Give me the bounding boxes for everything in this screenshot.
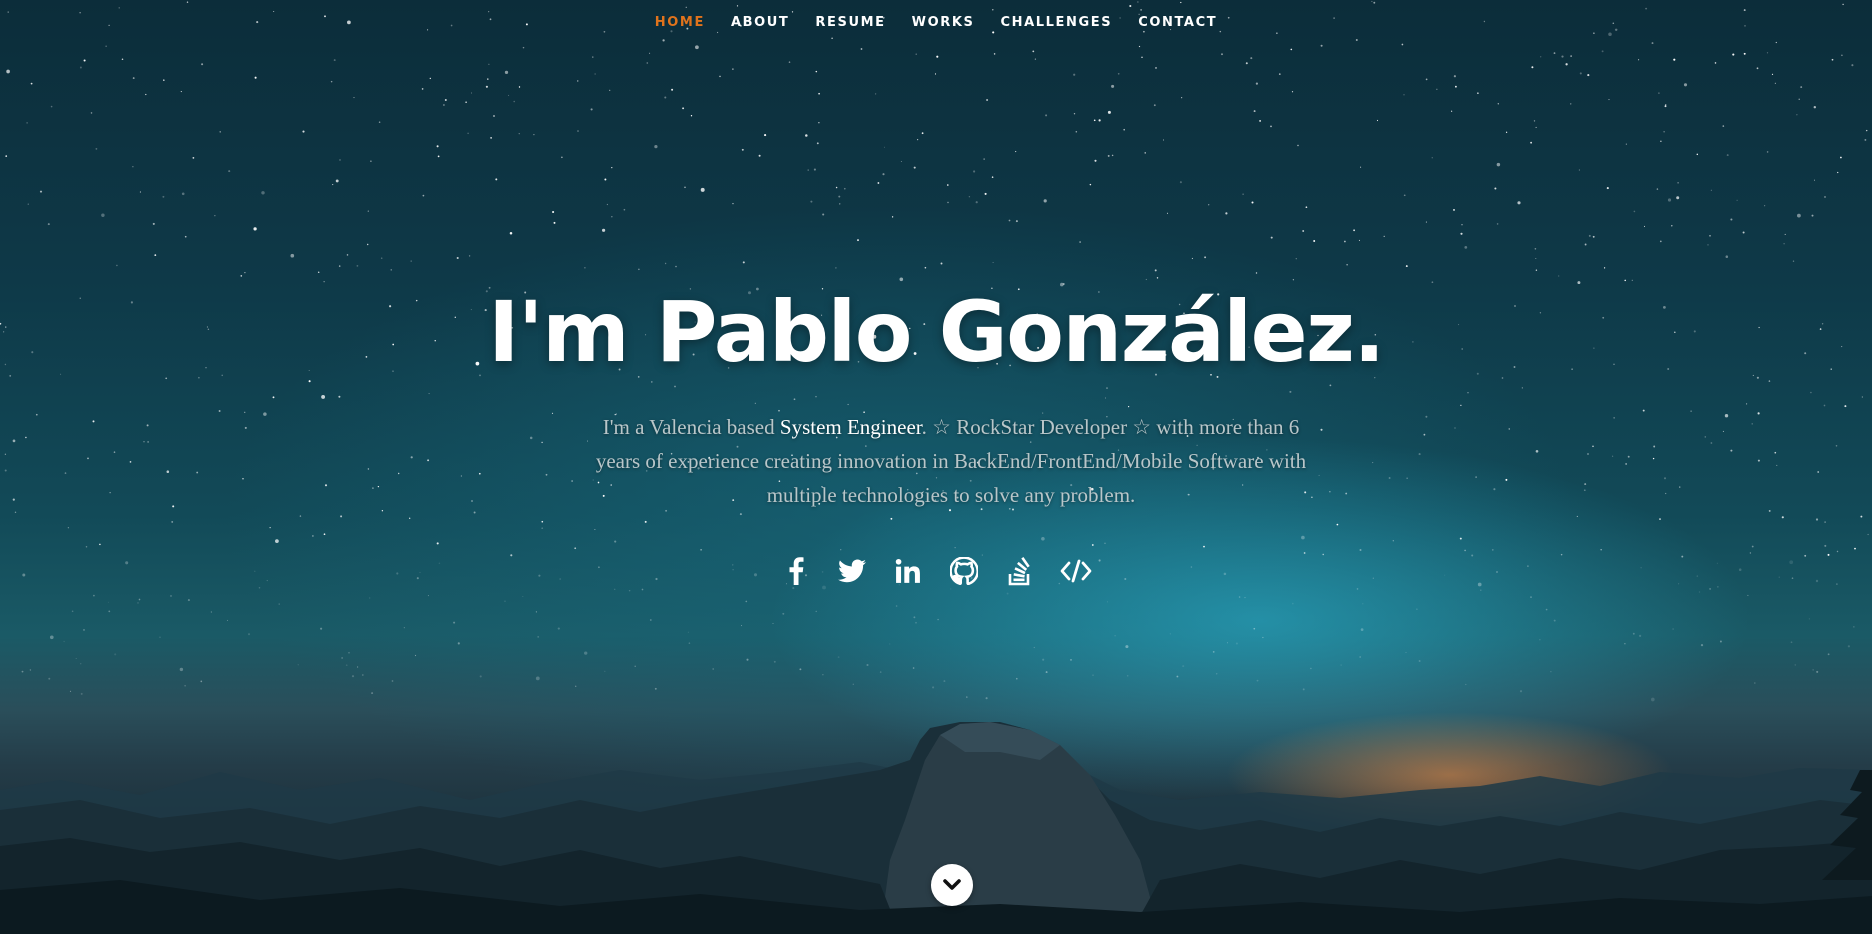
chevron-down-icon [943,879,961,890]
code-icon[interactable] [1059,554,1093,588]
nav-item-about[interactable]: ABOUT [718,15,802,30]
linkedin-icon[interactable] [891,554,925,588]
page-title: I'm Pablo González. [488,283,1385,381]
nav-item-home[interactable]: HOME [642,15,718,30]
main-nav: HOME ABOUT RESUME WORKS CHALLENGES CONTACT [0,0,1872,44]
nav-item-contact[interactable]: CONTACT [1125,15,1230,30]
stackoverflow-icon[interactable] [1003,554,1037,588]
scroll-down-button[interactable] [931,864,973,906]
social-links [0,554,1872,590]
twitter-icon[interactable] [835,554,869,588]
intro-text: I'm a Valencia based System Engineer. ☆ … [586,410,1316,512]
hero-section: HOME ABOUT RESUME WORKS CHALLENGES CONTACT I'… [0,0,1872,934]
github-icon[interactable] [947,554,981,588]
facebook-icon[interactable] [779,554,813,588]
nav-item-works[interactable]: WORKS [899,15,988,30]
nav-item-challenges[interactable]: CHALLENGES [987,15,1125,30]
intro-before: I'm a Valencia based [602,415,780,439]
intro-highlight: System Engineer [779,415,922,439]
nav-item-resume[interactable]: RESUME [802,15,898,30]
